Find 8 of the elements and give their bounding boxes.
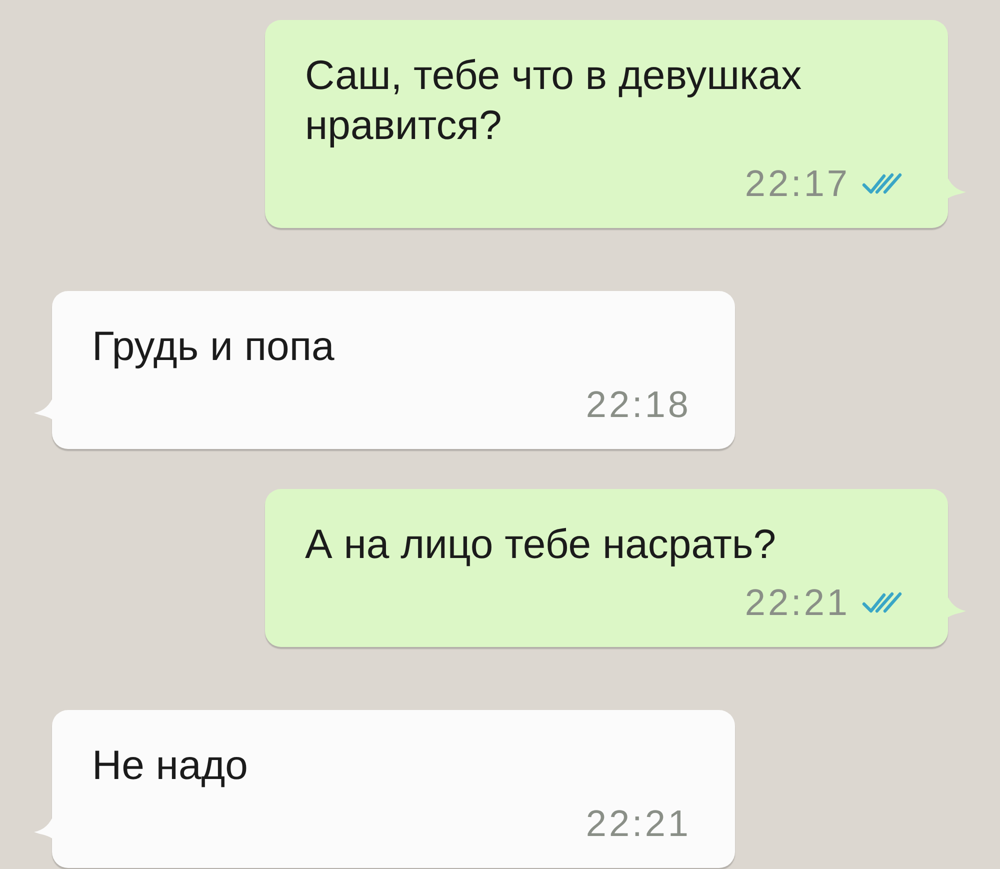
- message-text: Саш, тебе что в девушках нравится?: [305, 51, 803, 150]
- message-time: 22:21: [586, 804, 691, 844]
- message-text: Грудь и попа: [92, 322, 336, 371]
- message-time: 22:18: [586, 385, 691, 425]
- message-time: 22:21: [744, 583, 850, 623]
- message-text: Не надо: [92, 741, 249, 790]
- message-text: А на лицо тебе насрать?: [305, 520, 778, 569]
- message-time: 22:17: [744, 164, 850, 204]
